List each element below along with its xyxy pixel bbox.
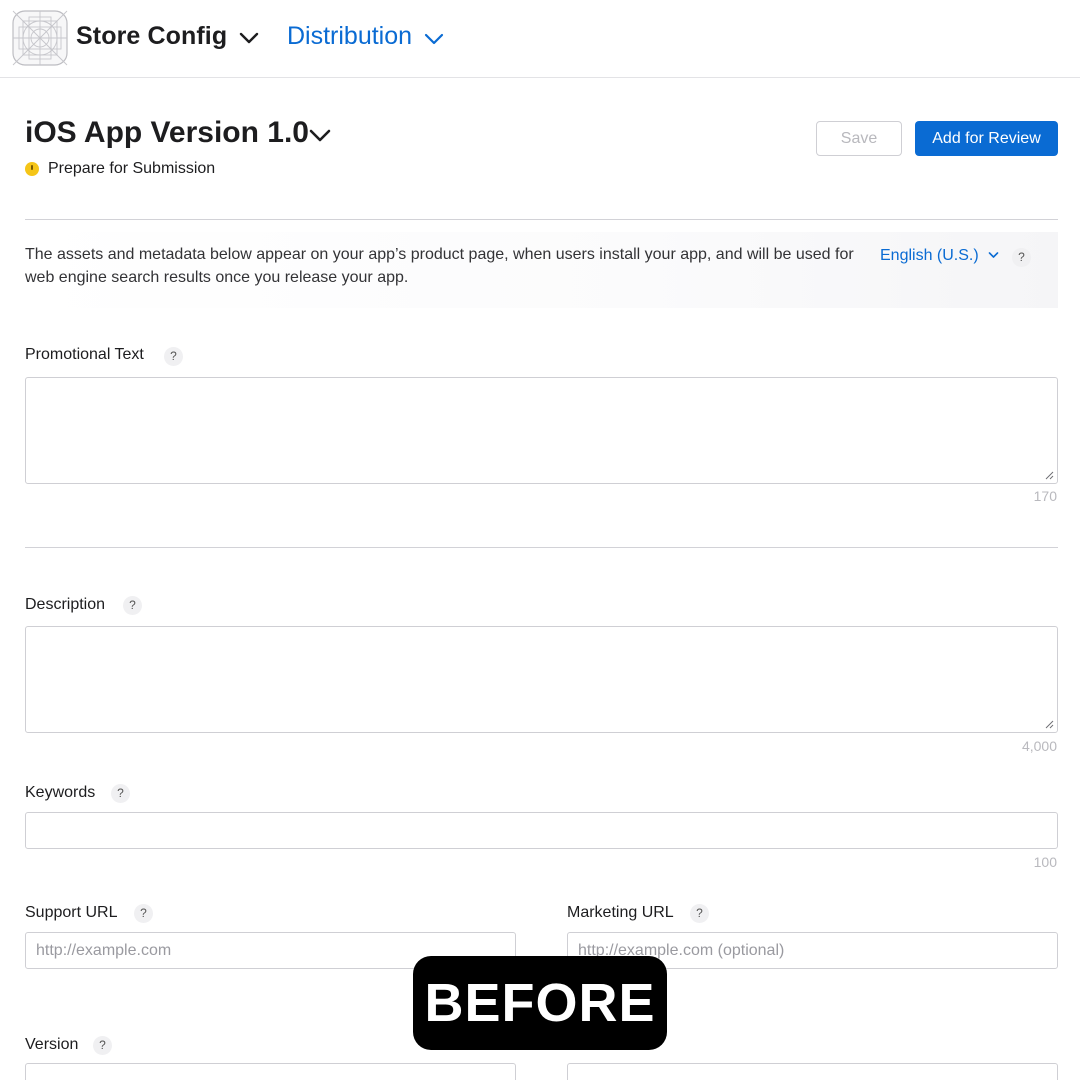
chevron-down-icon[interactable] [988, 251, 999, 259]
keywords-label: Keywords [25, 784, 96, 801]
support-url-label: Support URL [25, 904, 118, 921]
keywords-field[interactable] [25, 812, 1058, 849]
promotional-text-label: Promotional Text [25, 346, 144, 363]
save-button[interactable]: Save [816, 121, 902, 156]
version-label: Version [25, 1036, 79, 1053]
help-icon[interactable]: ? [690, 904, 709, 923]
before-label: BEFORE [413, 956, 667, 1050]
chevron-down-icon[interactable] [424, 32, 444, 46]
help-icon[interactable]: ? [93, 1036, 112, 1055]
help-icon[interactable]: ? [123, 596, 142, 615]
status-text: Prepare for Submission [48, 160, 216, 177]
help-icon[interactable]: ? [111, 784, 130, 803]
help-icon[interactable]: ? [164, 347, 183, 366]
app-placeholder-icon[interactable] [12, 10, 68, 66]
chevron-down-icon[interactable] [239, 31, 259, 45]
char-limit: 100 [1033, 854, 1057, 870]
keywords-input[interactable] [26, 813, 1057, 848]
divider [25, 547, 1058, 548]
add-for-review-button[interactable]: Add for Review [915, 121, 1058, 156]
char-limit: 170 [1033, 488, 1057, 504]
page: Store Config Distribution iOS App Versio… [0, 0, 1080, 1080]
divider [25, 219, 1058, 220]
info-text: The assets and metadata below appear on … [25, 246, 854, 286]
promotional-text-field[interactable] [25, 377, 1058, 484]
char-limit: 4,000 [1021, 738, 1057, 754]
resize-handle-icon[interactable] [1045, 471, 1054, 480]
version-field[interactable] [25, 1063, 516, 1080]
language-select[interactable]: English (U.S.) [880, 247, 979, 265]
description-field[interactable] [25, 626, 1058, 733]
chevron-down-icon[interactable] [308, 127, 332, 143]
status-clock-icon [25, 162, 39, 176]
text-field[interactable] [567, 1063, 1058, 1080]
app-name[interactable]: Store Config [76, 22, 227, 51]
marketing-url-label: Marketing URL [567, 904, 674, 921]
help-icon[interactable]: ? [1012, 248, 1031, 267]
description-label: Description [25, 596, 106, 613]
version-title[interactable]: iOS App Version 1.0 [25, 116, 309, 150]
top-bar: Store Config Distribution [0, 0, 1080, 78]
info-banner: The assets and metadata below appear on … [25, 232, 1058, 308]
help-icon[interactable]: ? [134, 904, 153, 923]
resize-handle-icon[interactable] [1045, 720, 1054, 729]
nav-distribution[interactable]: Distribution [287, 22, 412, 51]
